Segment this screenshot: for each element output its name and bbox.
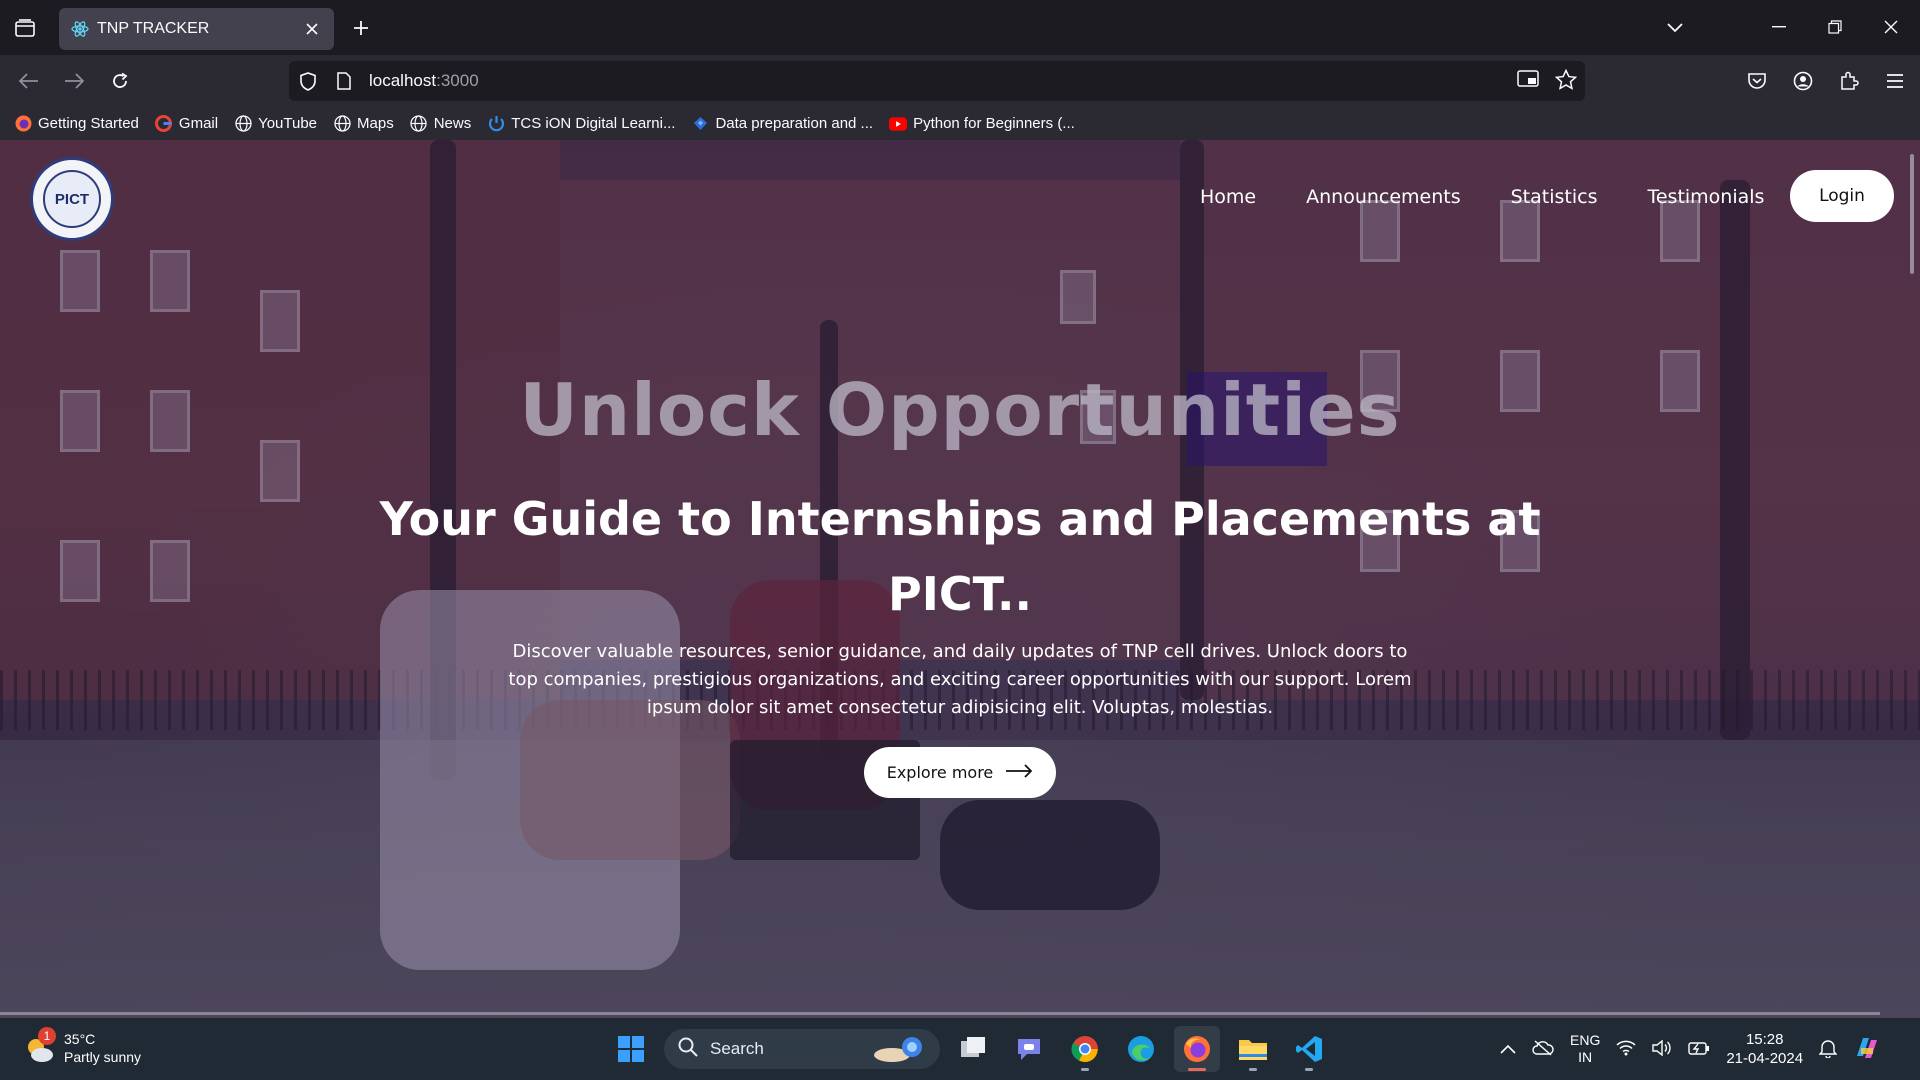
react-icon — [71, 20, 89, 38]
picture-in-picture-icon[interactable] — [1517, 69, 1539, 95]
page-info-icon[interactable] — [333, 70, 355, 92]
arrow-right-icon — [1005, 763, 1033, 782]
partly-sunny-icon: 1 — [22, 1027, 56, 1065]
search-highlight-illustration-icon — [874, 1037, 922, 1062]
firefox-taskbar-icon[interactable] — [1174, 1026, 1220, 1072]
kaggle-icon — [691, 115, 709, 133]
bookmark-tcs-ion[interactable]: TCS iON Digital Learni... — [487, 115, 675, 133]
nav-testimonials[interactable]: Testimonials — [1647, 186, 1764, 208]
pocket-icon[interactable] — [1740, 65, 1774, 97]
notification-badge: 1 — [38, 1027, 56, 1045]
url-text: localhost:3000 — [369, 71, 479, 90]
minimize-icon[interactable] — [1756, 10, 1802, 44]
bookmark-python-for-beginners[interactable]: Python for Beginners (... — [889, 115, 1075, 133]
input-language[interactable]: ENG IN — [1570, 1032, 1600, 1066]
taskbar-search[interactable]: Search — [664, 1029, 940, 1069]
wifi-icon[interactable] — [1616, 1040, 1636, 1059]
chrome-icon[interactable] — [1062, 1026, 1108, 1072]
tracking-protection-shield-icon[interactable] — [297, 70, 319, 92]
hero-subheadline: Your Guide to Internships and Placements… — [379, 492, 1541, 621]
clock-time: 15:28 — [1745, 1031, 1784, 1048]
app-menu-icon[interactable] — [1878, 65, 1912, 97]
vscode-icon[interactable] — [1286, 1026, 1332, 1072]
google-icon — [155, 115, 173, 133]
edge-icon[interactable] — [1118, 1026, 1164, 1072]
tab-title: TNP TRACKER — [97, 20, 210, 37]
pict-logo[interactable]: PICT — [30, 157, 114, 241]
back-arrow-icon[interactable] — [12, 65, 46, 97]
search-icon — [678, 1037, 698, 1062]
windows-taskbar: 1 35°C Partly sunny Search ENG IN 15:28 … — [0, 1018, 1920, 1080]
bookmark-getting-started[interactable]: Getting Started — [14, 115, 139, 133]
volume-icon[interactable] — [1652, 1039, 1672, 1059]
login-button[interactable]: Login — [1790, 170, 1894, 222]
bookmark-gmail[interactable]: Gmail — [155, 115, 218, 133]
search-placeholder: Search — [710, 1039, 764, 1058]
firefox-icon — [14, 115, 32, 133]
show-hidden-icons-chevron-icon[interactable] — [1500, 1041, 1516, 1057]
close-window-icon[interactable] — [1868, 10, 1914, 44]
forward-arrow-icon[interactable] — [57, 65, 91, 97]
file-explorer-icon[interactable] — [1230, 1026, 1276, 1072]
bookmark-maps[interactable]: Maps — [333, 115, 394, 133]
bookmarks-toolbar: Getting Started Gmail YouTube Maps News … — [0, 107, 1920, 140]
nav-home[interactable]: Home — [1200, 186, 1256, 208]
browser-tab-bar: TNP TRACKER — [0, 0, 1920, 55]
clock-date: 21-04-2024 — [1726, 1050, 1804, 1067]
browser-nav-bar: localhost:3000 — [0, 55, 1920, 107]
copilot-icon[interactable] — [1853, 1034, 1881, 1065]
weather-condition: Partly sunny — [64, 1049, 142, 1065]
tcs-icon — [487, 115, 505, 133]
site-navigation: Home Announcements Statistics Testimonia… — [1200, 186, 1764, 208]
teams-chat-icon[interactable] — [1006, 1026, 1052, 1072]
address-bar[interactable]: localhost:3000 — [289, 61, 1585, 101]
explore-more-button[interactable]: Explore more — [864, 747, 1056, 798]
hero-description: Discover valuable resources, senior guid… — [508, 641, 1412, 718]
hero-headline: Unlock Opportunities — [519, 368, 1401, 452]
nav-statistics[interactable]: Statistics — [1511, 186, 1598, 208]
onedrive-offline-icon[interactable] — [1532, 1039, 1554, 1059]
battery-charging-icon[interactable] — [1688, 1040, 1710, 1059]
globe-icon — [234, 115, 252, 133]
close-tab-icon[interactable] — [302, 19, 322, 39]
youtube-icon — [889, 115, 908, 133]
restore-icon[interactable] — [1812, 10, 1858, 44]
tab-overview-icon[interactable] — [10, 14, 40, 42]
weather-widget[interactable]: 1 35°C Partly sunny — [22, 1027, 142, 1066]
globe-icon — [410, 115, 428, 133]
globe-icon — [333, 115, 351, 133]
vertical-scrollbar[interactable] — [1910, 154, 1914, 274]
active-tab[interactable]: TNP TRACKER — [59, 8, 334, 50]
list-all-tabs-icon[interactable] — [1660, 14, 1690, 42]
reload-icon[interactable] — [103, 65, 137, 97]
weather-temperature: 35°C — [64, 1031, 96, 1047]
windows-start-icon[interactable] — [608, 1026, 654, 1072]
new-tab-icon[interactable] — [346, 14, 376, 42]
system-tray: ENG IN 15:28 21-04-2024 — [1500, 1018, 1881, 1080]
bookmark-data-preparation[interactable]: Data preparation and ... — [691, 115, 873, 133]
account-icon[interactable] — [1786, 65, 1820, 97]
task-view-icon[interactable] — [950, 1026, 996, 1072]
system-clock[interactable]: 15:28 21-04-2024 — [1726, 1030, 1803, 1068]
explore-more-label: Explore more — [886, 763, 994, 782]
page-viewport: PICT Home Announcements Statistics Testi… — [0, 140, 1920, 1018]
bookmark-star-icon[interactable] — [1554, 68, 1578, 95]
extensions-icon[interactable] — [1832, 65, 1866, 97]
logo-text: PICT — [54, 190, 90, 208]
bookmark-youtube[interactable]: YouTube — [234, 115, 317, 133]
nav-announcements[interactable]: Announcements — [1306, 186, 1461, 208]
horizontal-scrollbar[interactable] — [0, 1012, 1880, 1015]
bookmark-news[interactable]: News — [410, 115, 471, 133]
notifications-bell-icon[interactable] — [1818, 1038, 1838, 1061]
